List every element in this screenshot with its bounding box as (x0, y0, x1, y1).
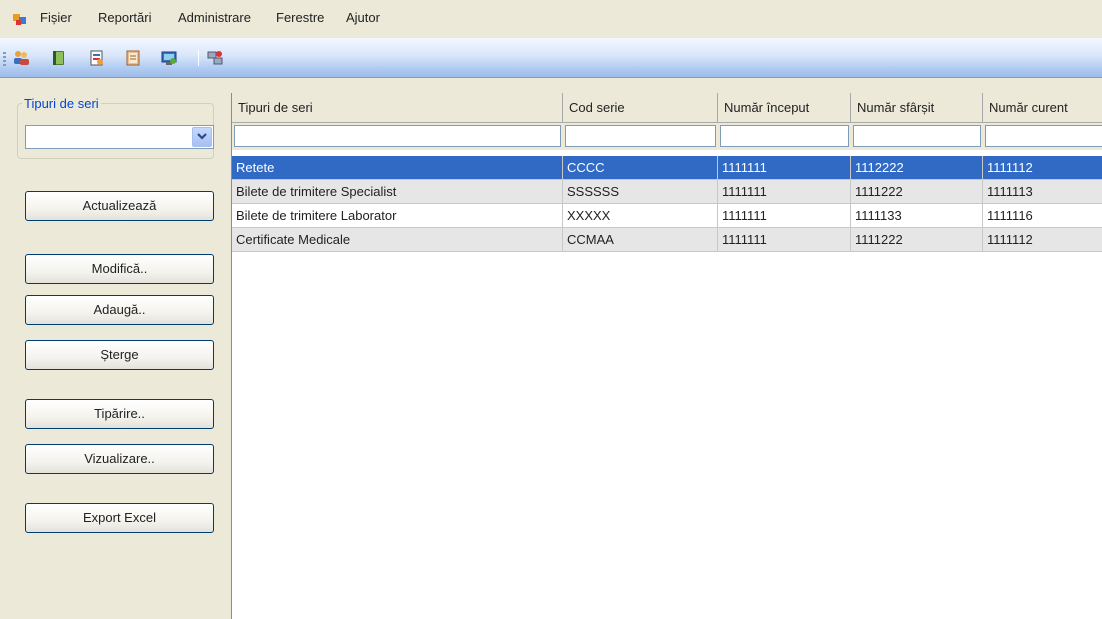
cell-start-number: 1111111 (718, 204, 851, 228)
menu-bar: Fișier Reportări Administrare Ferestre A… (0, 0, 1102, 38)
toolbar (0, 38, 1102, 78)
series-type-label: Tipuri de seri (22, 96, 101, 111)
filter-row (232, 123, 1102, 150)
cell-end-number: 1111222 (851, 180, 983, 204)
filter-current-number-input[interactable] (985, 125, 1102, 147)
cell-series-type: Bilete de trimitere Specialist (232, 180, 563, 204)
column-header-series-code[interactable]: Cod serie (563, 93, 718, 123)
toolbar-separator (198, 50, 199, 66)
series-grid[interactable]: Tipuri de seri Cod serie Număr început N… (231, 93, 1102, 619)
cell-current-number: 1111116 (983, 204, 1102, 228)
menu-reports[interactable]: Reportări (98, 10, 151, 25)
series-type-combo[interactable] (25, 125, 214, 149)
cell-end-number: 1111222 (851, 228, 983, 252)
filter-end-number-input[interactable] (853, 125, 981, 147)
notebook-icon[interactable] (124, 49, 142, 67)
column-header-series-type[interactable]: Tipuri de seri (232, 93, 563, 123)
users-icon[interactable] (12, 49, 30, 67)
cell-series-type: Bilete de trimitere Laborator (232, 204, 563, 228)
table-row[interactable]: Bilete de trimitere Specialist SSSSSS 11… (232, 180, 1102, 204)
table-row[interactable]: Certificate Medicale CCMAA 1111111 11112… (232, 228, 1102, 252)
book-icon[interactable] (50, 49, 68, 67)
column-header-current-number[interactable]: Număr curent (983, 93, 1102, 123)
table-row[interactable]: Bilete de trimitere Laborator XXXXX 1111… (232, 204, 1102, 228)
cell-current-number: 1111112 (983, 228, 1102, 252)
chevron-down-icon (197, 133, 207, 140)
preview-button[interactable]: Vizualizare.. (25, 444, 214, 474)
menu-admin[interactable]: Administrare (178, 10, 251, 25)
cell-end-number: 1112222 (851, 156, 983, 180)
cell-start-number: 1111111 (718, 180, 851, 204)
menu-windows[interactable]: Ferestre (276, 10, 324, 25)
menu-file[interactable]: Fișier (40, 10, 72, 25)
filter-start-number-input[interactable] (720, 125, 849, 147)
cell-series-code: SSSSSS (563, 180, 718, 204)
cell-end-number: 1111133 (851, 204, 983, 228)
filter-series-type-input[interactable] (234, 125, 561, 147)
toolbar-grip[interactable] (3, 52, 6, 66)
cell-series-code: CCMAA (563, 228, 718, 252)
cell-start-number: 1111111 (718, 228, 851, 252)
cell-current-number: 1111113 (983, 180, 1102, 204)
cell-series-code: CCCC (563, 156, 718, 180)
cell-series-type: Retete (232, 156, 563, 180)
grid-header: Tipuri de seri Cod serie Număr început N… (232, 93, 1102, 123)
cell-start-number: 1111111 (718, 156, 851, 180)
refresh-button[interactable]: Actualizează (25, 191, 214, 221)
filter-series-code-input[interactable] (565, 125, 716, 147)
cell-current-number: 1111112 (983, 156, 1102, 180)
delete-button[interactable]: Șterge (25, 340, 214, 370)
column-header-end-number[interactable]: Număr sfârșit (851, 93, 983, 123)
monitor-icon[interactable] (160, 49, 178, 67)
export-excel-button[interactable]: Export Excel (25, 503, 214, 533)
network-icon[interactable] (206, 49, 224, 67)
menu-help[interactable]: Ajutor (346, 10, 380, 25)
add-button[interactable]: Adaugă.. (25, 295, 214, 325)
cell-series-type: Certificate Medicale (232, 228, 563, 252)
print-button[interactable]: Tipărire.. (25, 399, 214, 429)
modify-button[interactable]: Modifică.. (25, 254, 214, 284)
app-icon (13, 14, 26, 25)
cell-series-code: XXXXX (563, 204, 718, 228)
table-row[interactable]: Retete CCCC 1111111 1112222 1111112 (232, 156, 1102, 180)
document-icon[interactable] (88, 49, 106, 67)
column-header-start-number[interactable]: Număr început (718, 93, 851, 123)
combo-dropdown-button[interactable] (192, 127, 212, 147)
